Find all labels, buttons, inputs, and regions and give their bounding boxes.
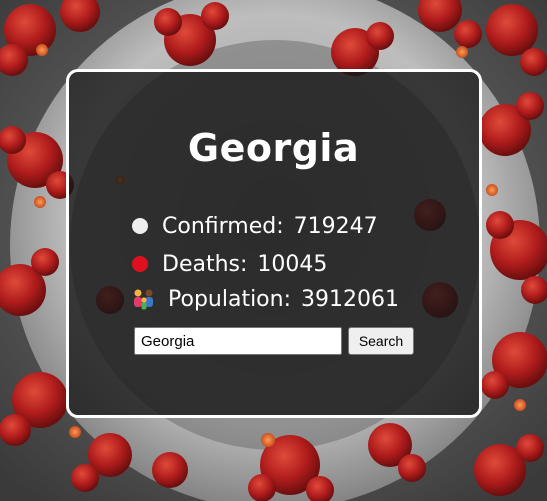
country-stats-card (66, 69, 482, 418)
page: Georgia Confirmed: 719247 Deaths: 10045 … (0, 0, 547, 501)
country-search-input[interactable] (134, 327, 342, 355)
deaths-label: Deaths: (162, 251, 248, 277)
country-title: Georgia (187, 126, 360, 170)
confirmed-stat: Confirmed: 719247 (132, 211, 378, 241)
white-dot-icon (132, 218, 148, 234)
family-icon (134, 289, 153, 310)
population-label: Population: (168, 286, 291, 312)
deaths-value: 10045 (257, 251, 328, 277)
population-value: 3912061 (301, 286, 399, 312)
search-button[interactable]: Search (348, 327, 414, 355)
population-stat: Population: 3912061 (132, 284, 399, 314)
deaths-stat: Deaths: 10045 (132, 249, 327, 279)
confirmed-label: Confirmed: (162, 213, 284, 239)
confirmed-value: 719247 (293, 213, 378, 239)
red-dot-icon (132, 256, 148, 272)
